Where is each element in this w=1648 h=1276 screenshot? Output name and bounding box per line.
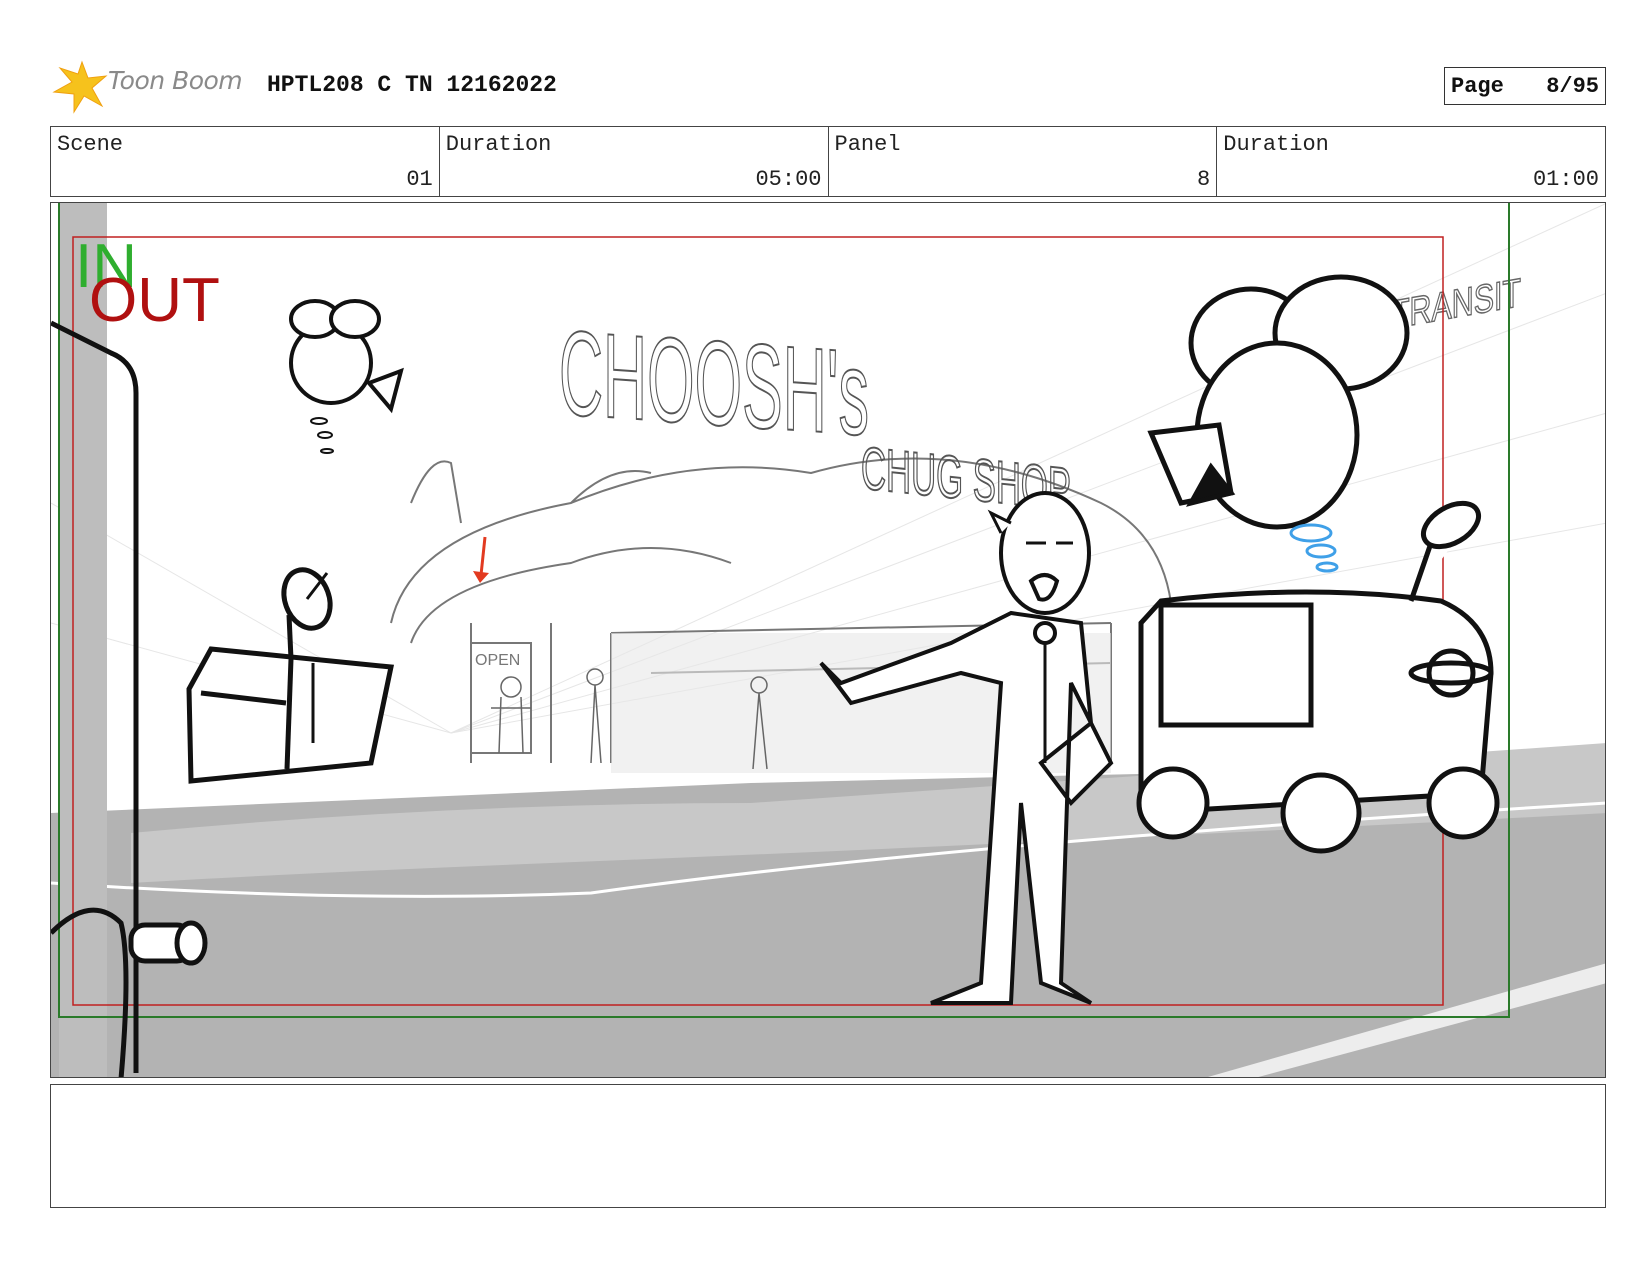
panel-duration-label: Duration (1223, 132, 1329, 157)
panel-cell: Panel 8 (829, 127, 1218, 196)
scene-duration-cell: Duration 05:00 (440, 127, 829, 196)
panel-image: OPEN CHOOSH's CHUG SHOP TRANSIT IN OUT (50, 202, 1606, 1078)
toon-boom-logo: Toon Boom (52, 58, 252, 114)
panel-duration-value: 01:00 (1532, 167, 1599, 192)
scene-duration-value: 05:00 (755, 167, 822, 192)
page-number: 8/95 (1546, 74, 1599, 99)
panel-notes-box[interactable] (50, 1084, 1606, 1208)
panel-info-table: Scene 01 Duration 05:00 Panel 8 Duration… (50, 126, 1606, 197)
starburst-icon (52, 60, 108, 114)
panel-duration-cell: Duration 01:00 (1217, 127, 1605, 196)
scene-value: 01 (406, 167, 433, 192)
storyboard-header: Toon Boom HPTL208 C TN 12162022 Page 8/9… (52, 58, 1612, 114)
storyboard-sketch: OPEN CHOOSH's CHUG SHOP TRANSIT IN OUT (51, 203, 1605, 1077)
out-marker: OUT (89, 266, 220, 335)
sign-choosh: CHOOSH's (559, 306, 869, 462)
panel-label: Panel (834, 132, 901, 157)
page-indicator: Page 8/95 (1444, 67, 1606, 105)
open-sign: OPEN (475, 652, 520, 669)
scene-duration-label: Duration (445, 132, 552, 157)
scene-cell: Scene 01 (51, 127, 440, 196)
page-label: Page (1451, 74, 1504, 99)
logo-text: Toon Boom (108, 66, 243, 95)
panel-value: 8 (1197, 167, 1211, 192)
project-title: HPTL208 C TN 12162022 (267, 72, 557, 98)
scene-label: Scene (57, 132, 124, 157)
